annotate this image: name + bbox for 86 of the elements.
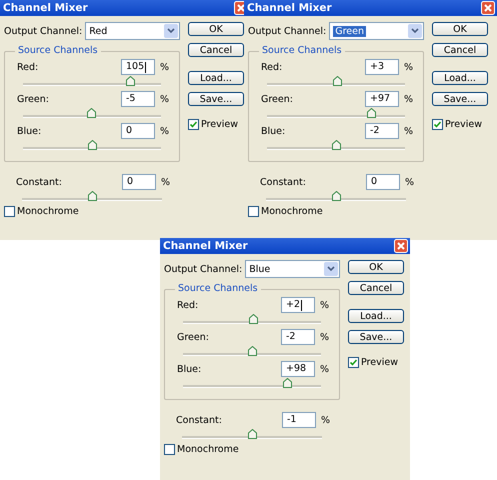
slider-thumb[interactable] bbox=[248, 346, 257, 356]
output-channel-dropdown[interactable]: Blue bbox=[245, 260, 340, 278]
group-label: Source Channels bbox=[175, 283, 261, 294]
channel-label: Red: bbox=[261, 62, 282, 72]
monochrome-label: Monochrome bbox=[177, 444, 239, 455]
preview-checkbox[interactable] bbox=[348, 357, 359, 368]
channel-label: Green: bbox=[261, 94, 293, 104]
slider-thumb[interactable] bbox=[367, 108, 376, 118]
percent-label: % bbox=[404, 176, 414, 188]
slider-thumb[interactable] bbox=[248, 429, 257, 439]
percent-field[interactable]: -2 bbox=[281, 329, 315, 345]
slider-thumb[interactable] bbox=[333, 76, 342, 86]
dialog-button[interactable]: Cancel bbox=[348, 281, 404, 295]
percent-field[interactable]: 0 bbox=[122, 174, 156, 190]
percent-label: % bbox=[320, 414, 330, 426]
preview-label: Preview bbox=[445, 119, 482, 130]
preview-label: Preview bbox=[361, 357, 398, 368]
slider-thumb[interactable] bbox=[126, 76, 135, 86]
preview-checkbox[interactable] bbox=[432, 119, 443, 130]
monochrome-label: Monochrome bbox=[17, 206, 79, 217]
output-channel-dropdown[interactable]: Green bbox=[329, 22, 424, 40]
window-title: Channel Mixer bbox=[3, 2, 88, 14]
dialog-button[interactable]: Save... bbox=[348, 330, 404, 344]
output-channel-label: Output Channel: bbox=[248, 26, 326, 36]
window-title: Channel Mixer bbox=[247, 2, 332, 14]
monochrome-checkbox[interactable] bbox=[4, 206, 15, 217]
dialog-button[interactable]: Cancel bbox=[188, 43, 244, 57]
percent-field[interactable]: -5 bbox=[121, 91, 155, 107]
percent-label: % bbox=[402, 126, 413, 136]
constant-label: Constant: bbox=[260, 176, 306, 188]
percent-label: % bbox=[318, 364, 329, 374]
channel-label: Blue: bbox=[261, 126, 286, 136]
percent-field[interactable]: +97 bbox=[365, 91, 399, 107]
dialog-button[interactable]: Load... bbox=[432, 71, 488, 85]
channel-label: Blue: bbox=[17, 126, 42, 136]
channel-label: Blue: bbox=[177, 364, 202, 374]
constant-label: Constant: bbox=[16, 176, 62, 188]
slider-thumb[interactable] bbox=[86, 108, 96, 118]
percent-label: % bbox=[318, 300, 329, 310]
channel-label: Green: bbox=[17, 94, 49, 104]
output-channel-label: Output Channel: bbox=[164, 264, 242, 274]
dialog-button[interactable]: Load... bbox=[188, 71, 244, 85]
group-label: Source Channels bbox=[259, 45, 345, 56]
monochrome-label: Monochrome bbox=[261, 206, 323, 217]
percent-field[interactable]: +3 bbox=[365, 59, 399, 75]
percent-label: % bbox=[160, 176, 170, 188]
percent-label: % bbox=[158, 94, 169, 104]
percent-label: % bbox=[402, 62, 413, 72]
slider-thumb[interactable] bbox=[332, 191, 341, 201]
slider-thumb[interactable] bbox=[249, 314, 258, 324]
dialog-button[interactable]: OK bbox=[432, 22, 488, 36]
percent-label: % bbox=[318, 332, 329, 342]
percent-field[interactable]: -1 bbox=[282, 412, 316, 428]
constant-label: Constant: bbox=[176, 414, 222, 426]
dialog-button[interactable]: Cancel bbox=[432, 43, 488, 57]
percent-field[interactable]: +98 bbox=[281, 361, 315, 377]
dialog-button[interactable]: OK bbox=[348, 260, 404, 274]
slider-thumb[interactable] bbox=[332, 140, 341, 150]
percent-field[interactable]: 105 bbox=[121, 59, 155, 75]
window-title: Channel Mixer bbox=[163, 240, 248, 252]
close-icon[interactable] bbox=[394, 239, 408, 253]
monochrome-checkbox[interactable] bbox=[248, 206, 259, 217]
channel-label: Green: bbox=[177, 332, 209, 342]
dialog-button[interactable]: Save... bbox=[432, 92, 488, 106]
preview-label: Preview bbox=[201, 119, 238, 130]
percent-field[interactable]: +2 bbox=[281, 297, 315, 313]
monochrome-checkbox[interactable] bbox=[164, 444, 175, 455]
output-channel-dropdown[interactable]: Red bbox=[85, 22, 180, 40]
percent-label: % bbox=[402, 94, 413, 104]
channel-label: Red: bbox=[17, 62, 38, 72]
channel-label: Red: bbox=[177, 300, 198, 310]
dialog-button[interactable]: Save... bbox=[188, 92, 244, 106]
percent-label: % bbox=[158, 126, 169, 136]
percent-field[interactable]: 0 bbox=[366, 174, 400, 190]
percent-field[interactable]: 0 bbox=[121, 123, 155, 139]
close-icon[interactable] bbox=[481, 1, 495, 15]
percent-field[interactable]: -2 bbox=[365, 123, 399, 139]
slider-thumb[interactable] bbox=[283, 378, 292, 388]
group-label: Source Channels bbox=[15, 45, 101, 56]
dialog-button[interactable]: OK bbox=[188, 22, 244, 36]
dialog-button[interactable]: Load... bbox=[348, 309, 404, 323]
output-channel-label: Output Channel: bbox=[4, 26, 82, 36]
preview-checkbox[interactable] bbox=[188, 119, 199, 130]
slider-thumb[interactable] bbox=[88, 140, 97, 150]
percent-label: % bbox=[158, 62, 169, 72]
slider-thumb[interactable] bbox=[88, 191, 97, 201]
